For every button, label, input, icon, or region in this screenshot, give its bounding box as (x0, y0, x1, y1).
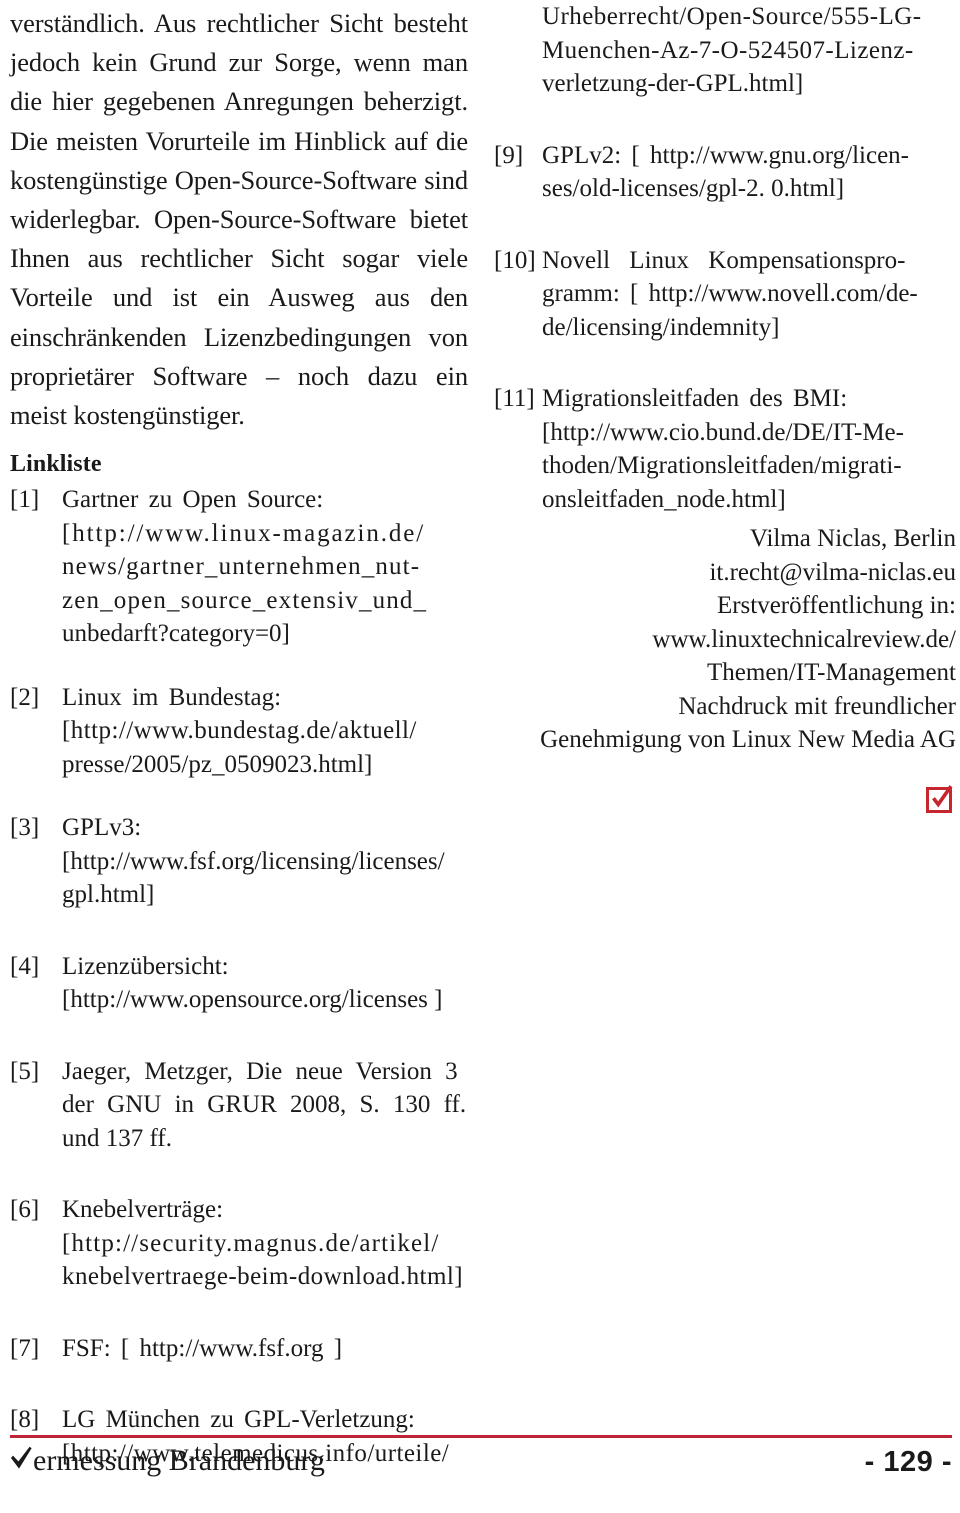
end-of-article-mark-container (494, 784, 956, 818)
reference-8-continuation: Urheberrecht/Open-Source/555-LG- Muenche… (494, 0, 956, 101)
reference-item-5: [5] Jaeger, Metzger, Die neue Version 3 … (10, 1055, 468, 1156)
reference-line: GPLv3: (62, 814, 142, 842)
reference-line: presse/2005/pz_0509023.html] (62, 750, 373, 778)
document-page: verständlich. Aus rechtlicher Sicht best… (0, 0, 960, 1513)
reference-line: knebelvertraege-beim-download.html] (62, 1263, 464, 1291)
reference-line: Linux im Bundestag: (62, 683, 282, 711)
section-heading-linkliste: Linkliste (10, 451, 102, 478)
page-footer: ermessung Brandenburg - 129 - (10, 1435, 952, 1495)
reference-lines: Novell Linux Kompensationspro- gramm: [ … (542, 244, 956, 345)
reference-item-1: [1] Gartner zu Open Source: [http://www.… (10, 483, 468, 651)
reference-lines: Lizenzübersicht: [http://www.opensource.… (62, 950, 468, 1017)
reference-line: [http://www.linux-magazin.de/ (62, 519, 426, 547)
right-column: Urheberrecht/Open-Source/555-LG- Muenche… (494, 0, 956, 818)
reference-lines: GPLv3: [http://www.fsf.org/licensing/lic… (62, 811, 468, 912)
reference-line: Urheberrecht/Open-Source/555-LG- (542, 3, 922, 30)
reference-line: [http://www.bundestag.de/aktuell/ (62, 717, 417, 745)
reference-line: und 137 ff. (62, 1124, 172, 1152)
reference-line: Migrationsleitfaden des BMI: (542, 385, 848, 412)
reference-lines: Knebelverträge: [http://security.magnus.… (62, 1193, 468, 1294)
reference-line: Jaeger, Metzger, Die neue Version 3 (62, 1057, 458, 1085)
reference-line: unbedarft?category=0] (62, 620, 290, 648)
reference-item-6: [6] Knebelverträge: [http://security.mag… (10, 1193, 468, 1294)
reference-item-3: [3] GPLv3: [http://www.fsf.org/licensing… (10, 811, 468, 912)
reference-tag: [11] (494, 385, 535, 412)
colophon-line-section: Themen/IT-Management (707, 659, 956, 686)
reference-line: ses/old-licenses/gpl-2. 0.html] (542, 175, 845, 202)
footer-rule (10, 1435, 952, 1438)
reference-lines: FSF: [ http://www.fsf.org ] (62, 1332, 468, 1366)
footer-brand-text: ermessung Brandenburg (33, 1444, 325, 1477)
colophon-line-firstpub-label: Erstveröffentlichung in: (716, 592, 956, 619)
check-icon (10, 1446, 33, 1472)
reference-line: [http://www.opensource.org/licenses ] (62, 986, 443, 1014)
reference-item-11: [11] Migrationsleitfaden des BMI: [http:… (494, 382, 956, 516)
reference-lines: Gartner zu Open Source: [http://www.linu… (62, 483, 468, 651)
reference-item-2: [2] Linux im Bundestag: [http://www.bund… (10, 681, 468, 782)
footer-brand: ermessung Brandenburg (10, 1443, 325, 1479)
reference-line: onsleitfaden_node.html] (542, 485, 786, 513)
footer-content: ermessung Brandenburg - 129 - (10, 1443, 952, 1479)
colophon-line-author: Vilma Niclas, Berlin (749, 525, 956, 552)
reference-line: Knebelverträge: (62, 1196, 224, 1224)
reference-lines: Jaeger, Metzger, Die neue Version 3 der … (62, 1055, 468, 1156)
reference-lines: Linux im Bundestag: [http://www.bundesta… (62, 681, 468, 782)
reference-line: Lizenzübersicht: (62, 952, 229, 980)
body-paragraph: verständlich. Aus rechtlicher Sicht best… (10, 8, 468, 431)
colophon-line-email: it.recht@vilma-niclas.eu (709, 558, 956, 586)
colophon-line-permission: Genehmigung von Linux New Media AG (540, 726, 956, 753)
reference-line: LG München zu GPL-Verletzung: (62, 1406, 415, 1434)
reference-item-9: [9] GPLv2: [ http://www.gnu.org/licen- s… (494, 139, 956, 206)
reference-tag: [8] (10, 1406, 40, 1434)
reference-item-4: [4] Lizenzübersicht: [http://www.opensou… (10, 950, 468, 1017)
reference-line: Muenchen-Az-7-O-524507-Lizenz- (542, 36, 914, 64)
page-number: - 129 - (864, 1446, 952, 1478)
reference-tag: [6] (10, 1196, 40, 1224)
reference-tag: [9] (494, 141, 524, 169)
reference-line: news/gartner_unternehmen_nut- (62, 553, 421, 581)
reference-lines: Migrationsleitfaden des BMI: [http://www… (542, 382, 956, 516)
reference-tag: [2] (10, 683, 40, 711)
reference-tag: [4] (10, 952, 40, 980)
reference-line: gpl.html] (62, 881, 155, 909)
reference-line: Novell Linux Kompensationspro- (542, 246, 906, 274)
reference-line: verletzung-der-GPL.html] (542, 70, 804, 97)
reference-line: GPLv2: [ http://www.gnu.org/licen- (542, 141, 909, 169)
checkbox-check-icon (926, 784, 953, 813)
reference-tag: [3] (10, 814, 40, 842)
reference-tag: [1] (10, 486, 40, 514)
reference-line: [http://www.fsf.org/licensing/licenses/ (62, 847, 445, 875)
reference-tag: [10] (494, 246, 536, 274)
reference-item-7: [7] FSF: [ http://www.fsf.org ] (10, 1332, 468, 1366)
reference-line: thoden/Migrationsleitfaden/migrati- (542, 452, 902, 479)
reference-line: gramm: [ http://www.novell.com/de- (542, 280, 918, 307)
author-colophon: Vilma Niclas, Berlin it.recht@vilma-nicl… (494, 522, 956, 757)
reference-line: [http://www.cio.bund.de/DE/IT-Me- (542, 418, 904, 446)
reference-tag: [7] (10, 1334, 40, 1362)
reference-line: zen_open_source_extensiv_und_ (62, 586, 428, 614)
reference-line: der GNU in GRUR 2008, S. 130 ff. (62, 1091, 467, 1119)
reference-line: FSF: [ http://www.fsf.org ] (62, 1334, 343, 1362)
reference-list-left: [1] Gartner zu Open Source: [http://www.… (10, 483, 468, 1470)
check-glyph (932, 784, 953, 807)
reference-line: de/licensing/indemnity] (542, 313, 780, 341)
reference-lines: GPLv2: [ http://www.gnu.org/licen- ses/o… (542, 139, 956, 206)
reference-line: Gartner zu Open Source: (62, 486, 324, 514)
colophon-line-reprint: Nachdruck mit freundlicher (678, 692, 956, 720)
left-column: verständlich. Aus rechtlicher Sicht best… (10, 0, 468, 1476)
reference-list-right: [9] GPLv2: [ http://www.gnu.org/licen- s… (494, 139, 956, 517)
reference-tag: [5] (10, 1057, 40, 1085)
colophon-line-url: www.linuxtechnicalreview.de/ (652, 625, 956, 653)
reference-item-10: [10] Novell Linux Kompensationspro- gram… (494, 244, 956, 345)
reference-line: [http://security.magnus.de/artikel/ (62, 1229, 440, 1257)
